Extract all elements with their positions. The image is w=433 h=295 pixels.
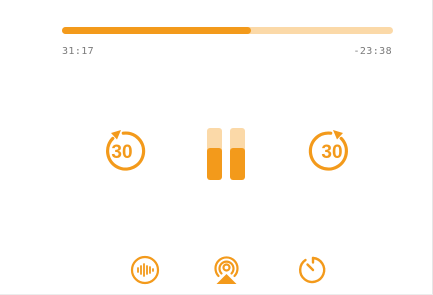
sleep-timer-button[interactable] [297,254,329,286]
playback-speed-icon [130,255,160,285]
airplay-button[interactable] [210,254,243,286]
playback-speed-button[interactable] [130,255,160,285]
skip-forward-label: 30 [321,142,342,163]
pause-icon [207,128,245,180]
elapsed-time: 31:17 [62,46,95,57]
skip-back-button[interactable]: 30 [96,125,148,177]
sleep-timer-icon [298,256,326,284]
progress-fill [62,27,251,34]
skip-forward-button[interactable]: 30 [306,125,358,177]
audio-player: 31:17 -23:38 30 30 [0,0,433,295]
skip-back-label: 30 [111,142,132,163]
airplay-icon [214,256,239,284]
pause-button[interactable] [205,126,249,182]
progress-scrubber[interactable] [62,27,393,34]
remaining-time: -23:38 [353,46,392,57]
rewind-30-icon: 30 [106,130,146,171]
forward-30-icon: 30 [308,130,348,171]
